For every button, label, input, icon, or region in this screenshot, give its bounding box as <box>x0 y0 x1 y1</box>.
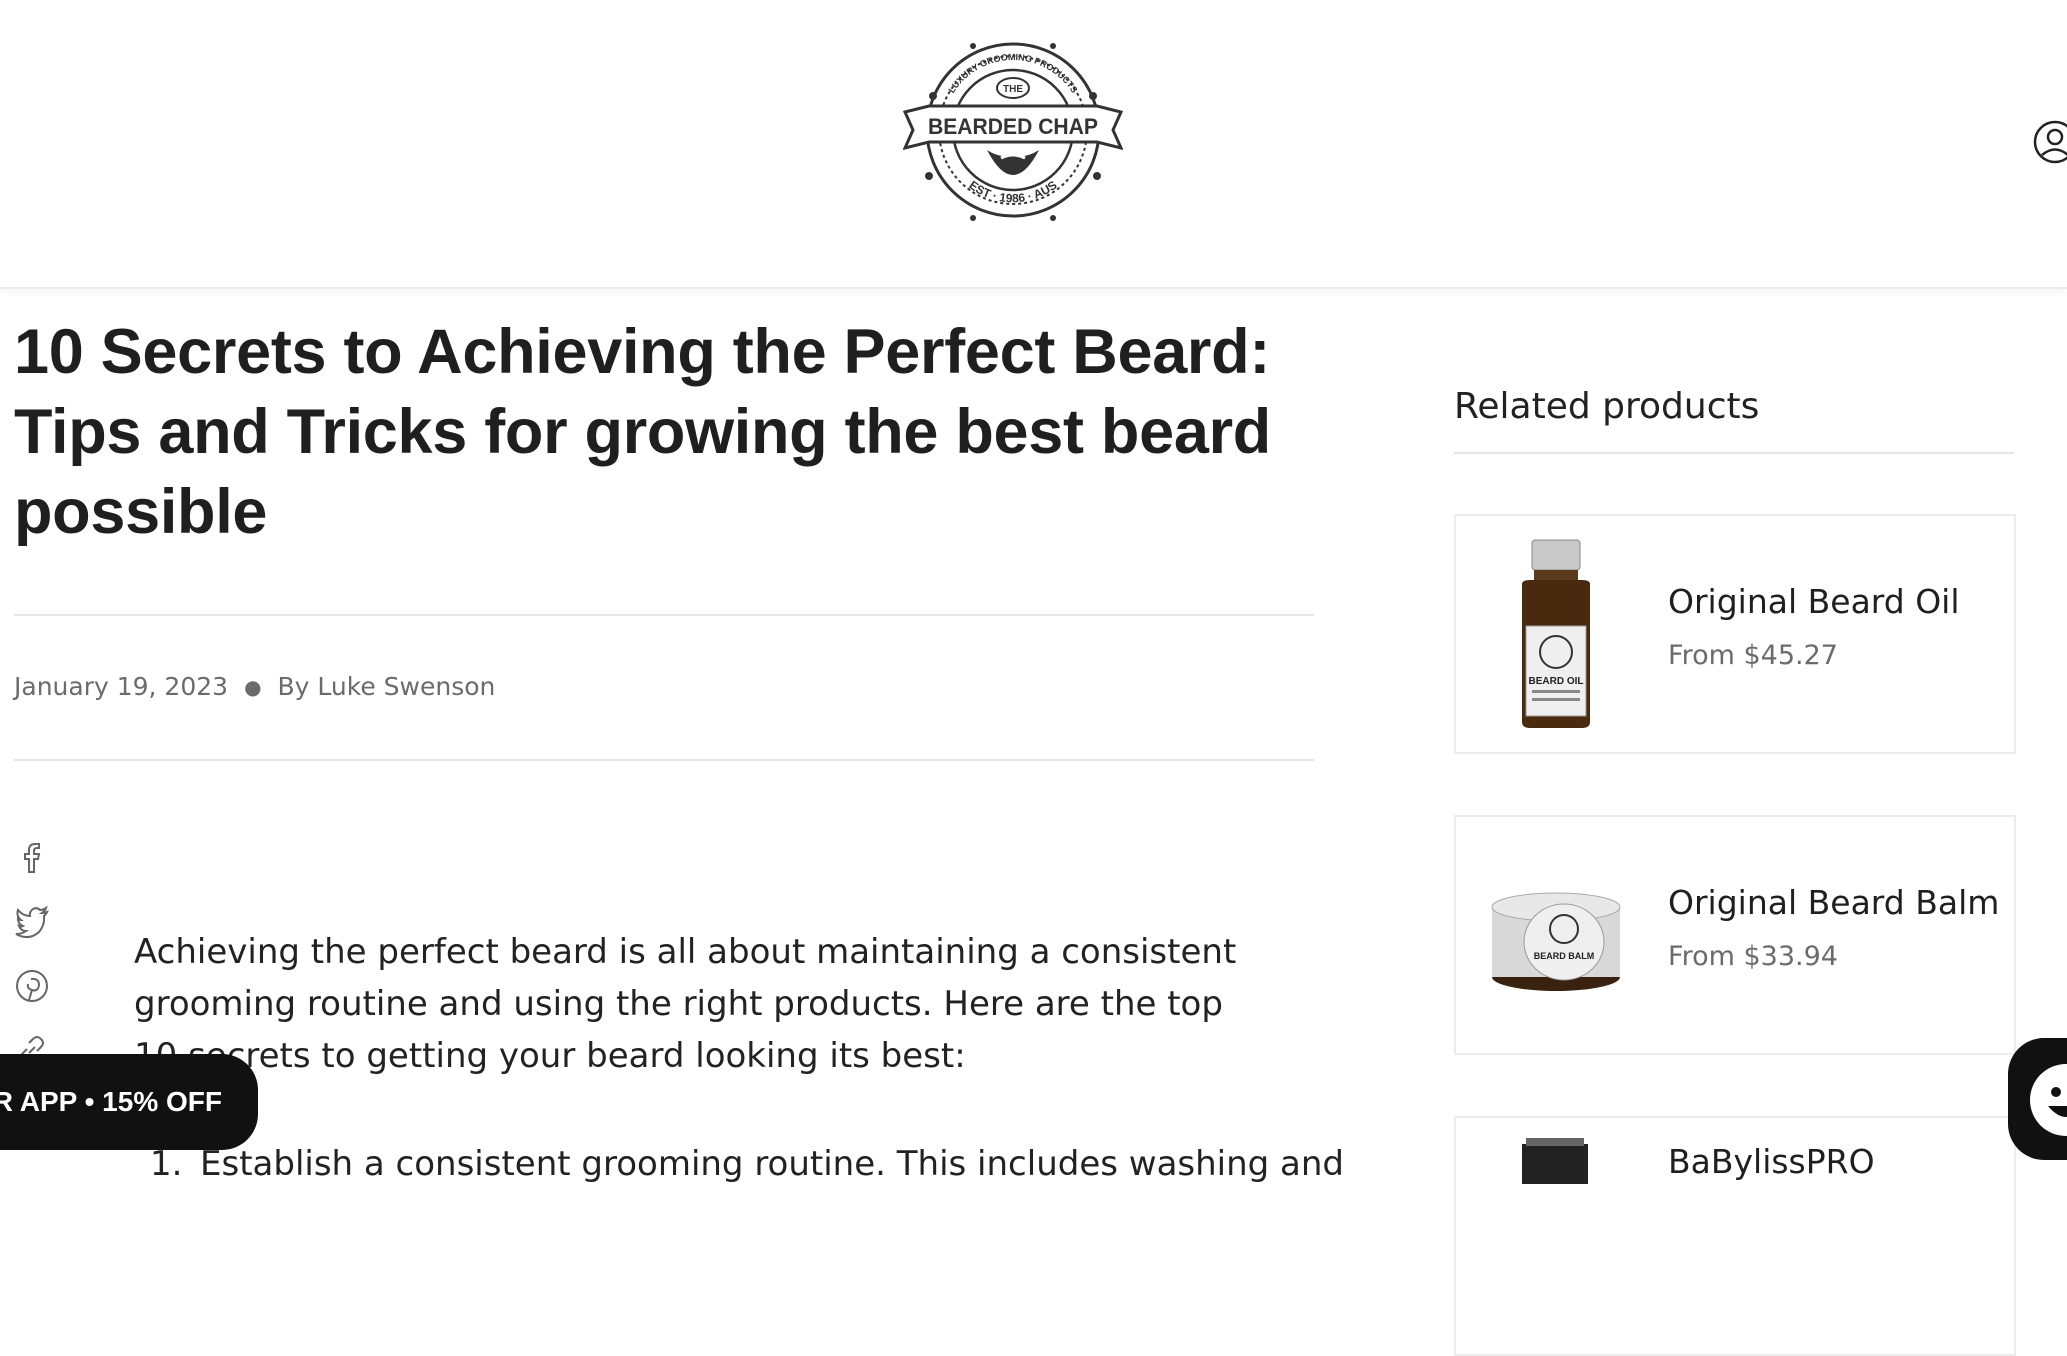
beard-balm-label: BEARD BALM <box>1534 951 1595 961</box>
article-author: By Luke Swenson <box>277 672 496 701</box>
list-item: 1. Establish a consistent grooming routin… <box>150 1138 1350 1190</box>
product-card[interactable]: BEARD OIL Original Beard Oil From $45.27 <box>1454 514 2016 754</box>
beard-oil-label: BEARD OIL <box>1529 676 1584 687</box>
article-intro: Achieving the perfect beard is all about… <box>134 932 1237 1076</box>
site-header: LUXURY GROOMING PRODUCTS THE BEARDED CHA… <box>0 0 2067 289</box>
title-divider <box>14 614 1314 616</box>
product-card[interactable]: BaBylissPRO <box>1454 1116 2016 1356</box>
beard-oil-image: BEARD OIL <box>1522 539 1590 728</box>
related-products-heading: Related products <box>1454 386 1760 427</box>
clipper-image <box>1522 1138 1588 1184</box>
product-name[interactable]: Original Beard Balm <box>1668 883 1999 922</box>
pinterest-icon[interactable] <box>14 968 50 1004</box>
account-icon[interactable] <box>2031 118 2067 166</box>
logo-brand-name: BEARDED CHAP <box>928 114 1098 139</box>
product-price: From $45.27 <box>1668 640 1838 671</box>
product-name[interactable]: Original Beard Oil <box>1668 582 1960 621</box>
product-price: From $33.94 <box>1668 941 1838 972</box>
chat-smile-icon <box>2030 1064 2067 1136</box>
brand-logo[interactable]: LUXURY GROOMING PRODUCTS THE BEARDED CHA… <box>903 26 1123 250</box>
logo-est: EST · 1986 · AUS <box>966 178 1059 206</box>
article-meta: January 19, 2023 ● By Luke Swenson <box>14 672 495 701</box>
twitter-icon[interactable] <box>14 904 50 940</box>
list-text: Establish a consistent grooming routine.… <box>200 1144 1345 1184</box>
logo-the: THE <box>1003 84 1023 95</box>
product-name[interactable]: BaBylissPRO <box>1668 1142 1875 1181</box>
meta-divider <box>14 759 1314 761</box>
svg-text:EST · 1986 · AUS: EST · 1986 · AUS <box>966 178 1059 206</box>
chat-button[interactable] <box>2008 1038 2067 1160</box>
related-divider <box>1454 452 2014 454</box>
beard-balm-image: BEARD BALM <box>1491 892 1621 991</box>
meta-separator: ● <box>244 674 262 699</box>
article-title: 10 Secrets to Achieving the Perfect Bear… <box>14 317 1271 547</box>
app-discount-banner[interactable]: R APP • 15% OFF <box>0 1054 258 1150</box>
facebook-icon[interactable] <box>14 840 50 876</box>
article-date: January 19, 2023 <box>14 672 229 701</box>
product-card[interactable]: BEARD BALM Original Beard Balm From $33.… <box>1454 815 2016 1055</box>
